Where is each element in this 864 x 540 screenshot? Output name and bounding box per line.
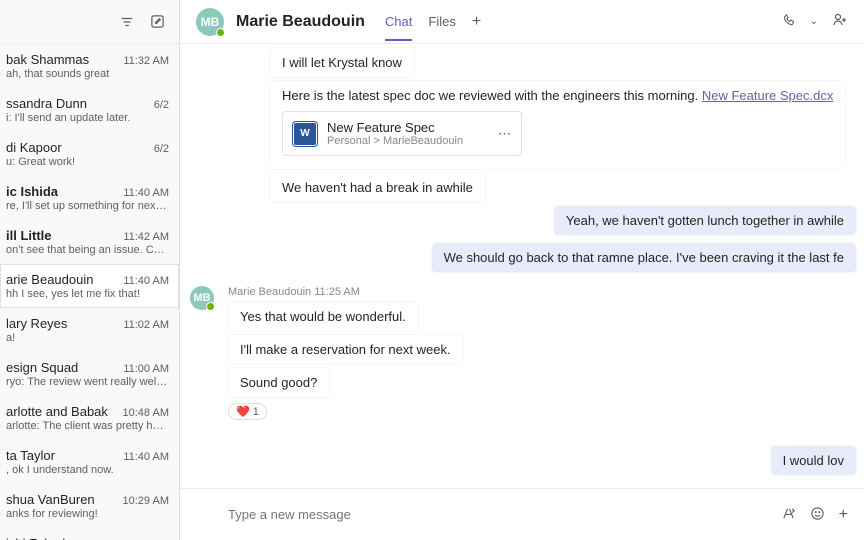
chat-item-preview: u: Great work! bbox=[6, 156, 169, 168]
message-bubble: Sound good? bbox=[228, 368, 329, 397]
sidebar-item[interactable]: ssandra Dunn 6/2i: I'll send an update la… bbox=[0, 88, 179, 132]
chat-item-name: arlotte and Babak bbox=[6, 404, 108, 419]
message-bubble: I will let Krystal know bbox=[270, 48, 414, 77]
sidebar-item[interactable]: ta Taylor 11:40 AM, ok I understand now. bbox=[0, 440, 179, 484]
chat-item-preview: arlotte: The client was pretty happy wit… bbox=[6, 420, 169, 432]
sidebar: bak Shammas 11:32 AMah, that sounds great… bbox=[0, 0, 180, 540]
message-bubble: We haven't had a break in awhile bbox=[270, 173, 485, 202]
more-icon[interactable]: ⋯ bbox=[498, 126, 511, 142]
sidebar-item[interactable]: lary Reyes 11:02 AMa! bbox=[0, 308, 179, 352]
reaction-count: 1 bbox=[253, 406, 259, 418]
chat-item-time: 6/2 bbox=[154, 143, 169, 155]
sidebar-item[interactable]: arlotte and Babak 10:48 AMarlotte: The cl… bbox=[0, 396, 179, 440]
call-icon[interactable] bbox=[782, 13, 796, 30]
filter-icon[interactable] bbox=[119, 14, 135, 30]
word-file-icon: W bbox=[293, 122, 317, 146]
chevron-down-icon[interactable]: ⌄ bbox=[810, 16, 818, 27]
file-link[interactable]: New Feature Spec.dcx bbox=[702, 88, 834, 103]
chat-item-time: 11:40 AM bbox=[123, 451, 169, 463]
chat-item-name: arie Beaudouin bbox=[6, 272, 93, 287]
chat-item-name: di Kapoor bbox=[6, 140, 62, 155]
chat-item-name: ta Taylor bbox=[6, 448, 55, 463]
add-tab-button[interactable]: + bbox=[468, 13, 485, 31]
chat-header: MB Marie Beaudouin Chat Files + ⌄ bbox=[180, 0, 864, 44]
chat-item-time: 11:02 AM bbox=[123, 319, 169, 331]
chat-item-preview: a! bbox=[6, 332, 169, 344]
tab-chat[interactable]: Chat bbox=[385, 2, 412, 41]
chat-item-time: 11:40 AM bbox=[123, 187, 169, 199]
chat-item-name: ill Little bbox=[6, 228, 52, 243]
sent-bubble: I would lov bbox=[771, 446, 856, 475]
chat-item-name: shua VanBuren bbox=[6, 492, 95, 507]
chat-item-time: 6/2 bbox=[154, 99, 169, 111]
main-pane: MB Marie Beaudouin Chat Files + ⌄ I bbox=[180, 0, 864, 540]
compose-bar: + bbox=[180, 488, 864, 540]
message-meta: Marie Beaudouin 11:25 AM bbox=[228, 286, 856, 298]
sidebar-item[interactable]: arie Beaudouin 11:40 AMhh I see, yes let … bbox=[0, 264, 179, 308]
file-subtitle: Personal > MarieBeaudouin bbox=[327, 135, 463, 147]
file-title: New Feature Spec bbox=[327, 120, 463, 135]
tab-files[interactable]: Files bbox=[428, 2, 455, 41]
sidebar-item[interactable]: esign Squad 11:00 AMryo: The review went … bbox=[0, 352, 179, 396]
sidebar-item[interactable]: di Kapoor 6/2u: Great work! bbox=[0, 132, 179, 176]
sidebar-item[interactable]: ic Ishida 11:40 AMre, I'll set up somethi… bbox=[0, 176, 179, 220]
sent-bubble: Yeah, we haven't gotten lunch together i… bbox=[554, 206, 856, 235]
people-add-icon[interactable] bbox=[832, 12, 848, 31]
avatar[interactable]: MB bbox=[196, 8, 224, 36]
chat-item-name: esign Squad bbox=[6, 360, 78, 375]
tabs: Chat Files bbox=[385, 2, 456, 41]
chat-item-preview: i: I'll send an update later. bbox=[6, 112, 169, 124]
message-input[interactable] bbox=[228, 499, 771, 530]
chat-item-name: bak Shammas bbox=[6, 52, 89, 67]
chat-item-preview: , ok I understand now. bbox=[6, 464, 169, 476]
presence-indicator bbox=[216, 28, 225, 37]
heart-icon: ❤️ bbox=[236, 405, 250, 418]
chat-item-time: 10:48 AM bbox=[123, 407, 169, 419]
sidebar-item[interactable]: ichi Fukuda10:20 AMu: Thank you!! bbox=[0, 528, 179, 540]
sent-bubble: We should go back to that ramne place. I… bbox=[432, 243, 856, 272]
avatar[interactable]: MB bbox=[190, 286, 214, 310]
chat-item-name: ssandra Dunn bbox=[6, 96, 87, 111]
chat-item-preview: ryo: The review went really well! Can't … bbox=[6, 376, 169, 388]
chat-item-name: ic Ishida bbox=[6, 184, 58, 199]
message-bubble: Yes that would be wonderful. bbox=[228, 302, 418, 331]
chat-item-name: lary Reyes bbox=[6, 316, 67, 331]
sidebar-toolbar bbox=[0, 0, 179, 44]
chat-item-time: 11:40 AM bbox=[123, 275, 169, 287]
chat-title: Marie Beaudouin bbox=[236, 13, 365, 31]
chat-item-time: 11:00 AM bbox=[123, 363, 169, 375]
chat-list: bak Shammas 11:32 AMah, that sounds great… bbox=[0, 44, 179, 540]
message-list: I will let Krystal know Here is the late… bbox=[180, 44, 864, 488]
avatar-initials: MB bbox=[201, 15, 220, 29]
compose-icon[interactable] bbox=[149, 14, 165, 30]
message-bubble: I'll make a reservation for next week. bbox=[228, 335, 463, 364]
emoji-icon[interactable] bbox=[810, 506, 825, 524]
file-attachment[interactable]: W New Feature Spec Personal > MarieBeaud… bbox=[282, 111, 522, 156]
chat-item-preview: on't see that being an issue. Can you ta… bbox=[6, 244, 169, 256]
chat-item-time: 11:42 AM bbox=[123, 231, 169, 243]
sidebar-item[interactable]: shua VanBuren 10:29 AManks for reviewing! bbox=[0, 484, 179, 528]
message-text: Here is the latest spec doc we reviewed … bbox=[282, 88, 702, 103]
chat-item-preview: hh I see, yes let me fix that! bbox=[6, 288, 169, 300]
plus-icon[interactable]: + bbox=[839, 506, 848, 524]
chat-item-time: 10:29 AM bbox=[123, 495, 169, 507]
chat-item-time: 11:32 AM bbox=[123, 55, 169, 67]
format-icon[interactable] bbox=[781, 506, 796, 524]
chat-item-preview: re, I'll set up something for next week … bbox=[6, 200, 169, 212]
reaction-pill[interactable]: ❤️ 1 bbox=[228, 403, 267, 420]
sidebar-item[interactable]: ill Little 11:42 AMon't see that being an… bbox=[0, 220, 179, 264]
message-bubble: Here is the latest spec doc we reviewed … bbox=[270, 81, 845, 169]
chat-item-name: ichi Fukuda bbox=[6, 536, 72, 540]
chat-item-preview: ah, that sounds great bbox=[6, 68, 169, 80]
presence-indicator bbox=[206, 302, 215, 311]
sidebar-item[interactable]: bak Shammas 11:32 AMah, that sounds great bbox=[0, 44, 179, 88]
chat-item-preview: anks for reviewing! bbox=[6, 508, 169, 520]
